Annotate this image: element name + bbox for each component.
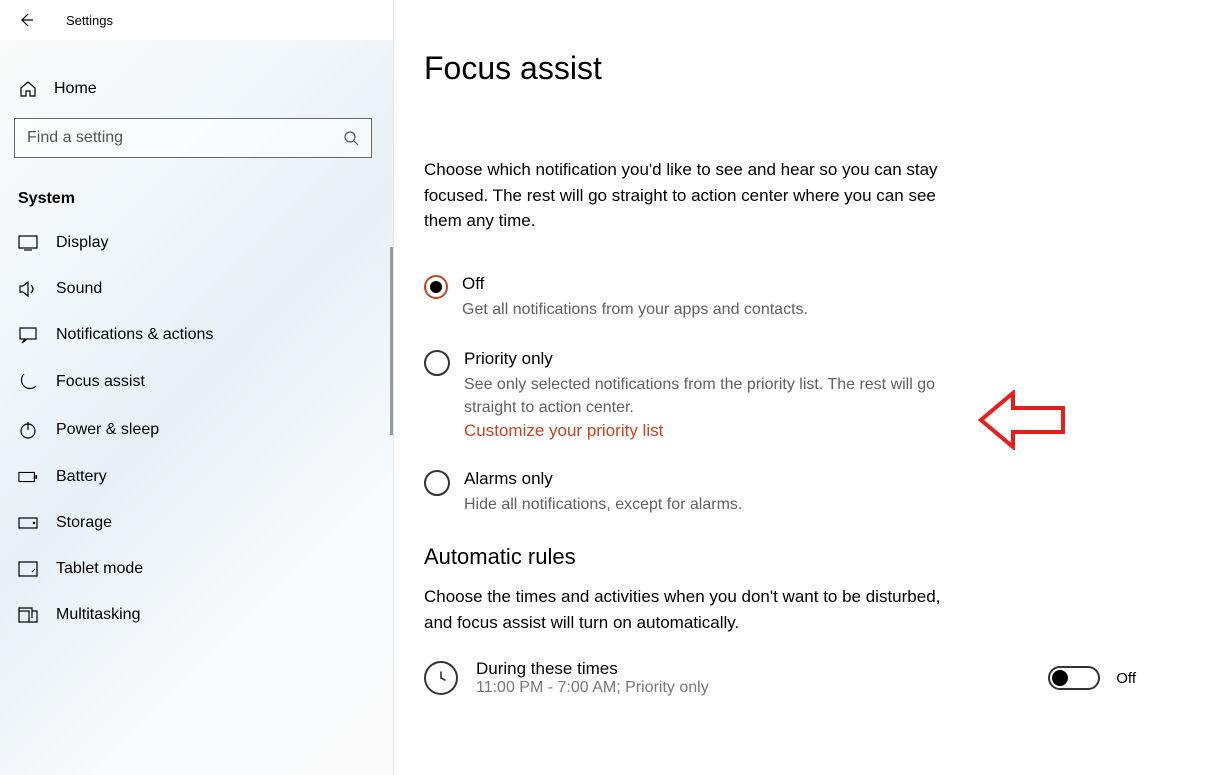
rule-subtitle: 11:00 PM - 7:00 AM; Priority only <box>476 679 709 697</box>
radio-off[interactable] <box>424 275 448 299</box>
search-input[interactable] <box>27 129 343 147</box>
radio-alarms[interactable] <box>424 470 450 496</box>
titlebar: Settings <box>0 0 393 40</box>
radio-priority[interactable] <box>424 350 450 376</box>
rule-title: During these times <box>476 659 709 679</box>
option-off[interactable]: Off Get all notifications from your apps… <box>424 274 984 321</box>
notifications-icon <box>18 326 38 344</box>
option-priority-desc: See only selected notifications from the… <box>464 373 984 419</box>
sidebar-item-label: Power & sleep <box>56 421 159 439</box>
option-off-title: Off <box>462 274 808 294</box>
option-priority-title: Priority only <box>464 349 984 369</box>
clock-icon <box>424 661 458 695</box>
page-title: Focus assist <box>424 50 1176 87</box>
display-icon <box>18 235 38 251</box>
sidebar-item-power-sleep[interactable]: Power & sleep <box>0 406 393 454</box>
option-off-desc: Get all notifications from your apps and… <box>462 298 808 321</box>
main-content: Focus assist Choose which notification y… <box>394 0 1206 775</box>
automatic-rules-heading: Automatic rules <box>424 544 1176 570</box>
home-label: Home <box>54 80 97 98</box>
search-icon <box>343 130 359 146</box>
app-title: Settings <box>66 13 113 28</box>
storage-icon <box>18 517 38 529</box>
option-priority[interactable]: Priority only See only selected notifica… <box>424 349 984 441</box>
sidebar-item-label: Multitasking <box>56 606 140 624</box>
search-box[interactable] <box>14 118 372 158</box>
sidebar-item-label: Storage <box>56 514 112 532</box>
sidebar-item-sound[interactable]: Sound <box>0 266 393 312</box>
home-icon <box>18 80 38 98</box>
sidebar-item-tablet-mode[interactable]: Tablet mode <box>0 546 393 592</box>
sidebar-item-label: Notifications & actions <box>56 326 213 344</box>
section-header-system: System <box>0 178 393 220</box>
sidebar-item-storage[interactable]: Storage <box>0 500 393 546</box>
sidebar: Settings Home System Display Sound Notif… <box>0 0 394 775</box>
battery-icon <box>18 471 38 483</box>
option-alarms-title: Alarms only <box>464 469 742 489</box>
nav-home[interactable]: Home <box>0 70 393 108</box>
option-alarms-desc: Hide all notifications, except for alarm… <box>464 493 742 516</box>
rule-toggle[interactable] <box>1048 666 1100 690</box>
sidebar-item-notifications[interactable]: Notifications & actions <box>0 312 393 358</box>
automatic-rules-intro: Choose the times and activities when you… <box>424 584 964 635</box>
tablet-icon <box>18 561 38 577</box>
sidebar-item-display[interactable]: Display <box>0 220 393 266</box>
sidebar-item-focus-assist[interactable]: Focus assist <box>0 358 393 406</box>
power-icon <box>18 420 38 440</box>
sidebar-item-label: Focus assist <box>56 373 145 391</box>
sidebar-item-label: Display <box>56 234 108 252</box>
scroll-indicator[interactable] <box>390 247 393 435</box>
rule-during-times[interactable]: During these times 11:00 PM - 7:00 AM; P… <box>424 659 1176 697</box>
focus-assist-icon <box>18 372 38 392</box>
sidebar-item-label: Sound <box>56 280 102 298</box>
sidebar-item-multitasking[interactable]: Multitasking <box>0 592 393 638</box>
sidebar-item-label: Battery <box>56 468 107 486</box>
sidebar-item-label: Tablet mode <box>56 560 143 578</box>
intro-text: Choose which notification you'd like to … <box>424 157 964 234</box>
option-alarms[interactable]: Alarms only Hide all notifications, exce… <box>424 469 984 516</box>
sidebar-item-battery[interactable]: Battery <box>0 454 393 500</box>
multitasking-icon <box>18 607 38 623</box>
sound-icon <box>18 281 38 297</box>
customize-priority-link[interactable]: Customize your priority list <box>464 421 663 441</box>
rule-toggle-label: Off <box>1116 670 1136 687</box>
back-button[interactable] <box>16 10 36 30</box>
